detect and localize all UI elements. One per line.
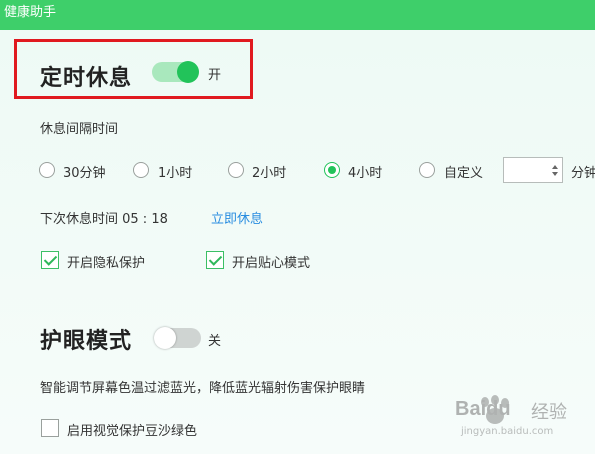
radio-label-4hour: 4小时 xyxy=(348,166,383,181)
watermark-brand: Baidu xyxy=(455,398,511,420)
toggle-knob xyxy=(154,327,176,349)
radio-label-30min: 30分钟 xyxy=(63,166,106,181)
custom-unit-label: 分钟 xyxy=(571,166,595,181)
radio-label-2hour: 2小时 xyxy=(252,166,287,181)
baidu-jingyan-watermark: Baidu 经验 jingyan.baidu.com xyxy=(455,392,590,442)
rest-now-link[interactable]: 立即休息 xyxy=(211,208,263,227)
radio-label-1hour: 1小时 xyxy=(158,166,193,181)
radio-1hour[interactable] xyxy=(133,162,149,178)
toggle-knob xyxy=(177,61,199,83)
eye-care-section-title: 护眼模式 xyxy=(40,329,133,354)
privacy-checkbox-label: 开启隐私保护 xyxy=(67,256,146,271)
caring-mode-checkbox[interactable] xyxy=(206,251,224,269)
privacy-checkbox[interactable] xyxy=(41,251,59,269)
spin-up-icon[interactable] xyxy=(552,165,558,169)
spin-down-icon[interactable] xyxy=(552,172,558,176)
radio-label-custom: 自定义 xyxy=(444,166,484,181)
interval-label: 休息间隔时间 xyxy=(40,122,119,137)
watermark-url: jingyan.baidu.com xyxy=(461,426,554,437)
radio-30min[interactable] xyxy=(39,162,55,178)
caring-mode-checkbox-label: 开启贴心模式 xyxy=(232,256,311,271)
window-titlebar: 健康助手 xyxy=(0,0,595,30)
green-bean-color-label: 启用视觉保护豆沙绿色 xyxy=(67,424,198,439)
eye-care-description: 智能调节屏幕色温过滤蓝光，降低蓝光辐射伤害保护眼睛 xyxy=(40,381,366,396)
eye-care-toggle[interactable] xyxy=(154,327,201,349)
green-bean-color-checkbox[interactable] xyxy=(41,419,59,437)
radio-2hour[interactable] xyxy=(228,162,244,178)
rest-section-title: 定时休息 xyxy=(40,66,133,91)
custom-interval-stepper[interactable] xyxy=(503,157,563,183)
radio-4hour[interactable] xyxy=(324,162,340,178)
watermark-sub: 经验 xyxy=(531,402,567,423)
rest-toggle-label: 开 xyxy=(208,68,222,83)
eye-care-toggle-label: 关 xyxy=(208,334,222,349)
rest-toggle[interactable] xyxy=(152,61,199,83)
next-rest-time: 下次休息时间 05 : 18 xyxy=(40,212,168,227)
radio-custom[interactable] xyxy=(419,162,435,178)
window-title: 健康助手 xyxy=(4,5,57,20)
